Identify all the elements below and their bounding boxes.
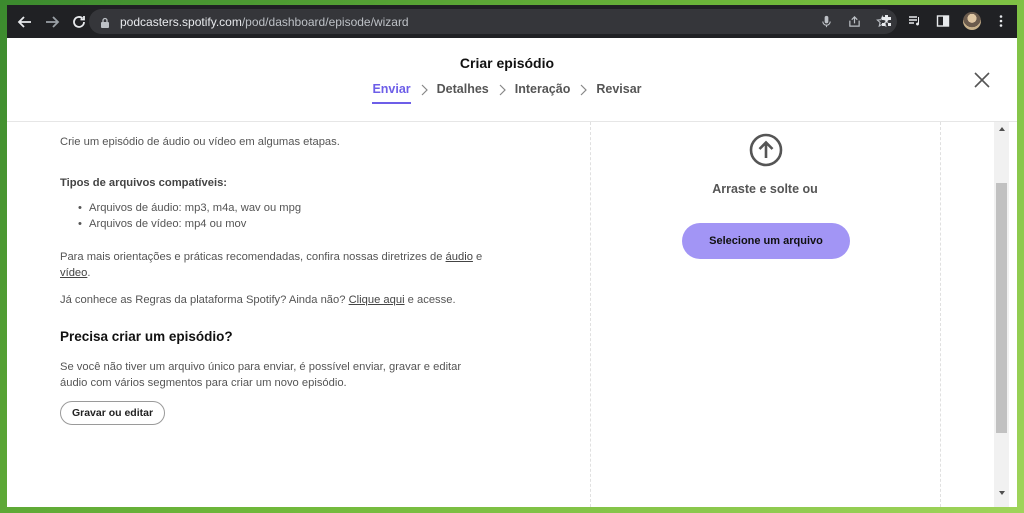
guidelines-and: e bbox=[476, 251, 483, 263]
video-guidelines-link[interactable]: vídeo bbox=[60, 267, 87, 279]
profile-avatar[interactable] bbox=[963, 12, 981, 30]
scroll-up-icon[interactable] bbox=[994, 125, 1009, 137]
step-interacao[interactable]: Interação bbox=[515, 82, 571, 104]
step-enviar[interactable]: Enviar bbox=[372, 82, 411, 104]
list-item: Arquivos de vídeo: mp4 ou mov bbox=[78, 216, 301, 232]
list-item: Arquivos de áudio: mp3, m4a, wav ou mpg bbox=[78, 200, 301, 216]
dropzone-left-border bbox=[590, 122, 591, 507]
url-path: /pod/dashboard/episode/wizard bbox=[241, 14, 409, 29]
close-icon[interactable] bbox=[973, 71, 991, 89]
dropzone-right-border bbox=[940, 122, 941, 507]
create-episode-text: Se você não tiver um arquivo único para … bbox=[60, 361, 462, 389]
media-queue-icon[interactable] bbox=[907, 12, 923, 30]
scroll-down-icon[interactable] bbox=[994, 489, 1009, 501]
guidelines-label: Para mais orientações e práticas recomen… bbox=[60, 251, 443, 263]
browser-toolbar: podcasters.spotify.com/pod/dashboard/epi… bbox=[7, 5, 1017, 38]
guidelines-period: . bbox=[87, 267, 91, 279]
drag-drop-label: Arraste e solte ou bbox=[712, 182, 818, 196]
audio-guidelines-link[interactable]: áudio bbox=[446, 251, 473, 263]
menu-dots-icon[interactable] bbox=[993, 12, 1009, 30]
browser-window: podcasters.spotify.com/pod/dashboard/epi… bbox=[7, 5, 1017, 507]
url-text: podcasters.spotify.com/pod/dashboard/epi… bbox=[120, 15, 409, 29]
click-here-link[interactable]: Clique aqui bbox=[349, 294, 405, 306]
lock-icon bbox=[99, 16, 111, 28]
chevron-right-icon bbox=[578, 84, 588, 96]
step-detalhes[interactable]: Detalhes bbox=[437, 82, 489, 104]
forward-icon[interactable] bbox=[40, 10, 64, 34]
side-panel-icon[interactable] bbox=[935, 12, 951, 30]
wizard-content: Crie um episódio de áudio ou vídeo em al… bbox=[7, 122, 995, 507]
platform-rules-text: Já conhece as Regras da plataforma Spoti… bbox=[60, 292, 456, 308]
back-icon[interactable] bbox=[13, 10, 37, 34]
microphone-icon[interactable] bbox=[819, 13, 833, 29]
rules-end: e acesse. bbox=[407, 294, 456, 306]
extensions-icon[interactable] bbox=[879, 12, 895, 30]
wizard-steps: Enviar Detalhes Interação Revisar bbox=[7, 82, 1007, 104]
share-icon[interactable] bbox=[847, 13, 861, 29]
reload-icon[interactable] bbox=[67, 10, 91, 34]
rules-label: Já conhece as Regras da plataforma Spoti… bbox=[60, 294, 346, 306]
url-host: podcasters.spotify.com bbox=[120, 14, 242, 29]
select-file-button[interactable]: Selecione um arquivo bbox=[682, 223, 850, 259]
intro-text: Crie um episódio de áudio ou vídeo em al… bbox=[60, 136, 340, 148]
chevron-right-icon bbox=[497, 84, 507, 96]
page-title: Criar episódio bbox=[459, 55, 555, 71]
guidelines-text: Para mais orientações e práticas recomen… bbox=[60, 249, 500, 281]
address-bar[interactable]: podcasters.spotify.com/pod/dashboard/epi… bbox=[89, 9, 897, 34]
scrollbar-thumb[interactable] bbox=[996, 183, 1007, 433]
file-types-heading: Tipos de arquivos compatíveis: bbox=[60, 177, 228, 189]
step-revisar[interactable]: Revisar bbox=[596, 82, 641, 104]
chevron-right-icon bbox=[419, 84, 429, 96]
wizard-header: Criar episódio Enviar Detalhes Interação… bbox=[7, 38, 1017, 122]
file-types-list: Arquivos de áudio: mp3, m4a, wav ou mpg … bbox=[78, 200, 301, 232]
record-edit-button[interactable]: Gravar ou editar bbox=[60, 401, 165, 425]
create-episode-heading: Precisa criar um episódio? bbox=[60, 329, 233, 344]
upload-arrow-icon bbox=[749, 133, 783, 167]
